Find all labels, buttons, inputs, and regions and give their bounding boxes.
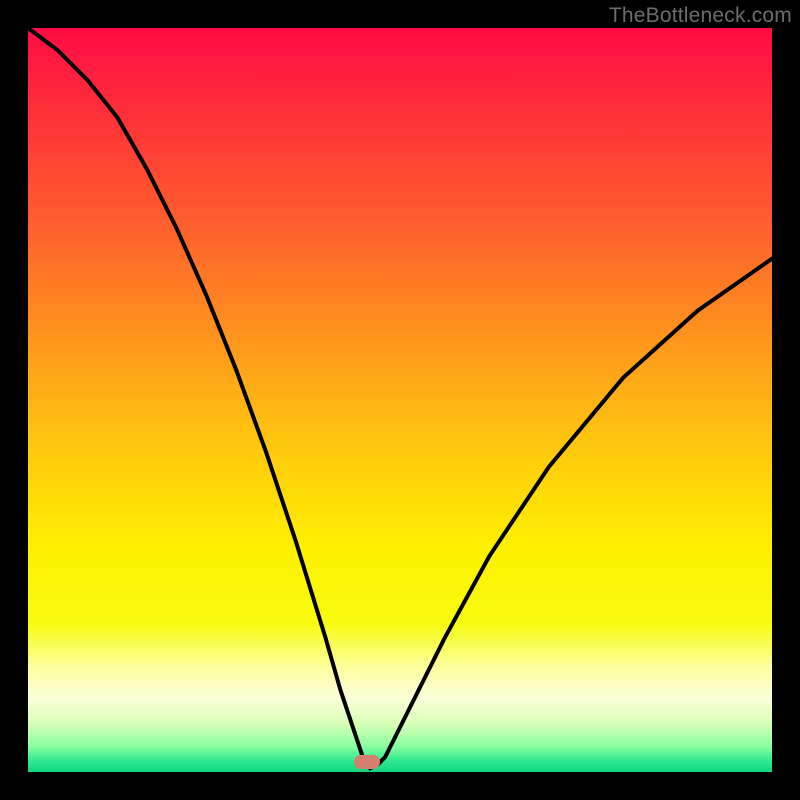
optimal-marker (354, 755, 380, 769)
chart-frame: TheBottleneck.com (0, 0, 800, 800)
plot-area (28, 28, 772, 772)
watermark-label: TheBottleneck.com (609, 4, 792, 28)
bottleneck-curve (28, 28, 772, 772)
